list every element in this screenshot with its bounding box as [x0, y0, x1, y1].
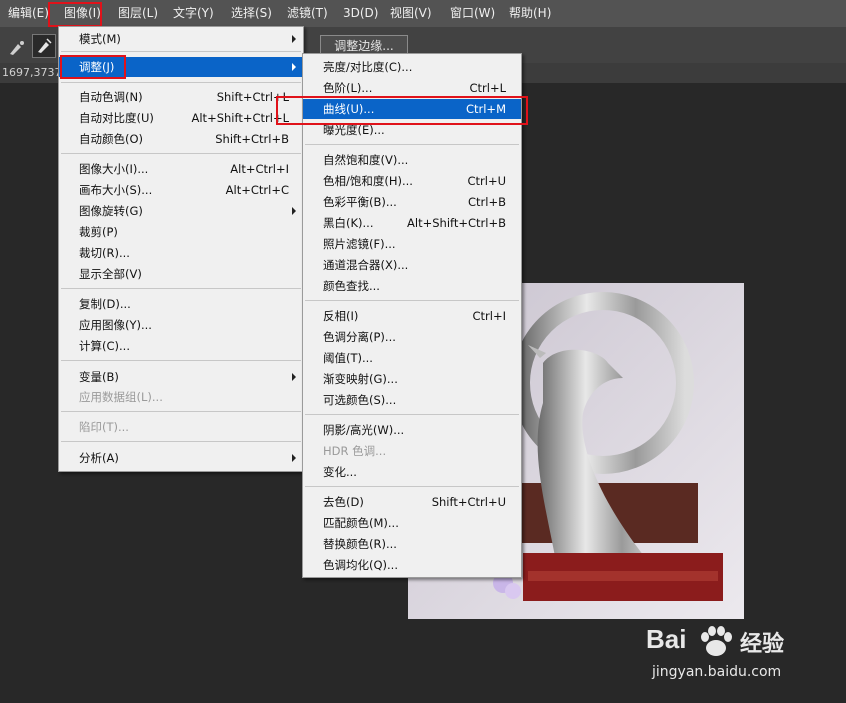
menu-type[interactable]: 文字(Y)	[173, 0, 214, 27]
menu-item-auto-tone[interactable]: 自动色调(N) Shift+Ctrl+L	[59, 87, 303, 107]
menu-separator	[305, 486, 519, 487]
menu-separator	[61, 51, 301, 52]
menu-separator	[61, 82, 301, 83]
menu-item-black-white[interactable]: 黑白(K)... Alt+Shift+Ctrl+B	[303, 213, 521, 233]
menu-item-selective-color[interactable]: 可选颜色(S)...	[303, 390, 521, 410]
quick-selection-tool-icon[interactable]	[32, 34, 56, 58]
menu-item-mode[interactable]: 模式(M)	[59, 29, 303, 49]
menu-view[interactable]: 视图(V)	[390, 0, 432, 27]
menu-separator	[61, 153, 301, 154]
menu-item-image-rotation[interactable]: 图像旋转(G)	[59, 201, 303, 221]
menu-help[interactable]: 帮助(H)	[509, 0, 551, 27]
menu-item-threshold[interactable]: 阈值(T)...	[303, 348, 521, 368]
adjustments-submenu: 亮度/对比度(C)... 色阶(L)... Ctrl+L 曲线(U)... Ctrl…	[302, 53, 522, 578]
submenu-arrow-icon	[292, 35, 296, 43]
menu-item-variables[interactable]: 变量(B)	[59, 367, 303, 387]
menu-separator	[61, 441, 301, 442]
menu-filter[interactable]: 滤镜(T)	[287, 0, 328, 27]
menu-separator	[305, 300, 519, 301]
menu-item-duplicate[interactable]: 复制(D)...	[59, 294, 303, 314]
menu-item-auto-contrast[interactable]: 自动对比度(U) Alt+Shift+Ctrl+L	[59, 108, 303, 128]
watermark-url: jingyan.baidu.com	[652, 664, 782, 680]
menu-edit[interactable]: 编辑(E)	[8, 0, 49, 27]
menu-item-vibrance[interactable]: 自然饱和度(V)...	[303, 150, 521, 170]
menu-layer[interactable]: 图层(L)	[118, 0, 158, 27]
menu-item-hdr-toning: HDR 色调...	[323, 444, 387, 458]
menu-item-auto-color[interactable]: 自动颜色(O) Shift+Ctrl+B	[59, 129, 303, 149]
menu-window[interactable]: 窗口(W)	[450, 0, 495, 27]
baidu-jingyan-watermark: Bai 经验 jingyan.baidu.com	[646, 622, 844, 702]
menu-item-gradient-map[interactable]: 渐变映射(G)...	[303, 369, 521, 389]
menu-item-replace-color[interactable]: 替换颜色(R)...	[303, 534, 521, 554]
submenu-arrow-icon	[292, 454, 296, 462]
menu-item-crop[interactable]: 裁剪(P)	[59, 222, 303, 242]
baidu-paw-icon	[696, 624, 736, 660]
menu-item-equalize[interactable]: 色调均化(Q)...	[303, 555, 521, 575]
submenu-arrow-icon	[292, 373, 296, 381]
menu-item-shadows-highlights[interactable]: 阴影/高光(W)...	[303, 420, 521, 440]
annotation-box-adjustments	[60, 55, 126, 79]
annotation-box-image-menu	[48, 2, 102, 27]
image-menu-dropdown: 模式(M) 调整(J) 自动色调(N) Shift+Ctrl+L 自动对比度(U)…	[58, 26, 304, 472]
menu-item-analysis[interactable]: 分析(A)	[59, 448, 303, 468]
menu-separator	[305, 144, 519, 145]
menu-item-variations[interactable]: 变化...	[303, 462, 521, 482]
menu-item-image-size[interactable]: 图像大小(I)... Alt+Ctrl+I	[59, 159, 303, 179]
menu-item-calculations[interactable]: 计算(C)...	[59, 336, 303, 356]
menu-item-color-balance[interactable]: 色彩平衡(B)... Ctrl+B	[303, 192, 521, 212]
menu-item-desaturate[interactable]: 去色(D) Shift+Ctrl+U	[303, 492, 521, 512]
menu-item-posterize[interactable]: 色调分离(P)...	[303, 327, 521, 347]
watermark-brand-right: 经验	[740, 632, 785, 657]
menu-item-color-lookup[interactable]: 颜色查找...	[303, 276, 521, 296]
menu-separator	[61, 360, 301, 361]
submenu-arrow-icon	[292, 63, 296, 71]
menu-item-trim[interactable]: 裁切(R)...	[59, 243, 303, 263]
menu-select[interactable]: 选择(S)	[231, 0, 272, 27]
menu-item-brightness-contrast[interactable]: 亮度/对比度(C)...	[303, 57, 521, 77]
annotation-box-curves	[276, 96, 528, 125]
menu-separator	[61, 411, 301, 412]
menu-item-match-color[interactable]: 匹配颜色(M)...	[303, 513, 521, 533]
menu-item-apply-image[interactable]: 应用图像(Y)...	[59, 315, 303, 335]
menu-item-levels[interactable]: 色阶(L)... Ctrl+L	[303, 78, 521, 98]
menu-bar: 编辑(E) 图像(I) 图层(L) 文字(Y) 选择(S) 滤镜(T) 3D(D…	[0, 0, 846, 27]
menu-separator	[61, 288, 301, 289]
menu-separator	[305, 414, 519, 415]
menu-item-channel-mixer[interactable]: 通道混合器(X)...	[303, 255, 521, 275]
menu-item-reveal-all[interactable]: 显示全部(V)	[59, 264, 303, 284]
menu-item-hue-saturation[interactable]: 色相/饱和度(H)... Ctrl+U	[303, 171, 521, 191]
menu-item-photo-filter[interactable]: 照片滤镜(F)...	[303, 234, 521, 254]
brush-tool-icon[interactable]	[6, 36, 28, 58]
menu-3d[interactable]: 3D(D)	[343, 0, 378, 27]
watermark-brand-left: Bai	[646, 624, 687, 654]
menu-item-canvas-size[interactable]: 画布大小(S)... Alt+Ctrl+C	[59, 180, 303, 200]
menu-item-invert[interactable]: 反相(I) Ctrl+I	[303, 306, 521, 326]
menu-item-trap: 陷印(T)...	[79, 420, 129, 434]
submenu-arrow-icon	[292, 207, 296, 215]
menu-item-apply-data-set: 应用数据组(L)...	[79, 390, 163, 404]
